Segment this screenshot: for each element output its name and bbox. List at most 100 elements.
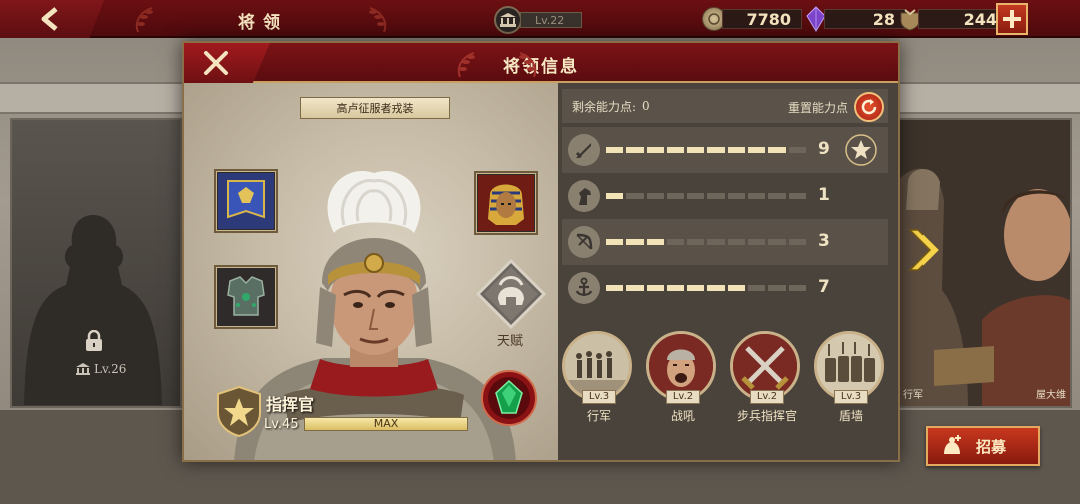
sword-icon xyxy=(568,134,600,166)
skills-row: Lv.3 行军 Lv.2 战吼 Lv.2 步兵指挥官 Lv.3 盾墙 xyxy=(558,331,898,451)
modal-header: 将领信息 xyxy=(184,43,898,83)
city-hall-icon xyxy=(494,6,522,34)
stat-segment xyxy=(606,147,624,153)
bow-icon xyxy=(568,226,600,258)
anchor-icon xyxy=(568,272,600,304)
city-hall-icon xyxy=(76,363,90,375)
stat-segment xyxy=(788,147,806,153)
refresh-icon xyxy=(861,99,877,115)
skill-shield-wall[interactable]: Lv.3 盾墙 xyxy=(814,331,888,424)
stat-segment xyxy=(748,239,766,245)
coin-resource[interactable]: 7780 xyxy=(702,7,802,31)
stat-segment xyxy=(707,193,725,199)
stat-segment xyxy=(626,147,644,153)
reset-points-label: 重置能力点 xyxy=(787,101,848,115)
medal-value: 244 xyxy=(918,9,1008,29)
stat-segment xyxy=(727,285,746,291)
stat-segment xyxy=(606,285,624,291)
stat-segment xyxy=(768,239,786,245)
stat-segment xyxy=(768,193,786,199)
back-arrow-icon xyxy=(41,7,58,31)
emerald-gem-icon[interactable] xyxy=(480,369,538,427)
modal-title: 将领信息 xyxy=(503,57,579,77)
stat-segment xyxy=(626,285,644,291)
stat-segment xyxy=(666,285,685,291)
stat-segment xyxy=(687,285,705,291)
hero-stats-panel: 剩余能力点: 0 重置能力点 9 1 3 7 Lv.3 行军 Lv.2 战吼 L… xyxy=(558,83,898,460)
stat-segment xyxy=(626,193,644,199)
top-bar: 将领 Lv.22 7780 28 244 xyxy=(0,0,1080,38)
talent-slot[interactable] xyxy=(476,259,546,329)
laurel-decoration-icon xyxy=(135,7,153,33)
stat-segment xyxy=(606,193,624,199)
stat-segment xyxy=(748,285,766,291)
ability-points-value: 0 xyxy=(642,99,650,113)
skill-name: 战吼 xyxy=(670,409,695,423)
stat-row-archer[interactable]: 3 xyxy=(562,219,888,265)
stat-track xyxy=(606,147,806,153)
banner-icon xyxy=(218,173,274,229)
coin-value: 7780 xyxy=(722,9,802,29)
banner-equipment-slot[interactable] xyxy=(214,169,278,233)
stat-track xyxy=(606,239,806,245)
stat-segment xyxy=(768,285,786,291)
city-level[interactable]: Lv.22 xyxy=(494,6,582,34)
armor-equipment-slot[interactable] xyxy=(214,265,278,329)
ability-points-bar: 剩余能力点: 0 重置能力点 xyxy=(562,89,888,123)
armor-icon xyxy=(218,269,274,325)
recruit-button[interactable]: 招募 xyxy=(926,426,1040,466)
close-button[interactable] xyxy=(184,43,270,83)
locked-hero-level: Lv.26 xyxy=(76,362,126,376)
stat-segment xyxy=(788,239,806,245)
stat-segment xyxy=(727,147,746,153)
stat-row-navy[interactable]: 7 xyxy=(562,265,888,311)
laurel-decoration-icon xyxy=(457,52,475,78)
stat-segment xyxy=(666,193,685,199)
plus-icon xyxy=(1003,10,1021,28)
star-laurel-badge-icon xyxy=(845,134,877,166)
pharaoh-equipment-slot[interactable] xyxy=(474,171,538,235)
skill-level: Lv.2 xyxy=(750,390,784,404)
hero-xp-label: MAX xyxy=(373,417,399,430)
stat-segment xyxy=(788,193,806,199)
skill-level: Lv.3 xyxy=(834,390,868,404)
next-hero-name-1: 行军 xyxy=(903,390,923,401)
next-hero-arrow-icon[interactable] xyxy=(906,228,946,272)
horse-icon xyxy=(568,180,600,212)
stat-value: 1 xyxy=(818,185,830,205)
stat-segment xyxy=(748,147,766,153)
page-title: 将领 xyxy=(238,13,288,33)
locked-hero-level-text: Lv.26 xyxy=(94,362,127,376)
skill-march[interactable]: Lv.3 行军 xyxy=(562,331,636,424)
stat-segment xyxy=(687,147,705,153)
add-resource-button[interactable] xyxy=(996,3,1028,35)
skill-war-cry[interactable]: Lv.2 战吼 xyxy=(646,331,720,424)
skin-name-label[interactable]: 高卢征服者戎装 xyxy=(300,97,450,119)
laurel-decoration-icon xyxy=(369,7,387,33)
stat-segment xyxy=(768,147,786,153)
stat-track xyxy=(606,285,806,291)
rank-star-badge-icon xyxy=(217,385,261,437)
hero-level: Lv.45 xyxy=(264,417,299,432)
skill-infantry-commander[interactable]: Lv.2 步兵指挥官 xyxy=(730,331,804,424)
stat-segment xyxy=(646,239,664,245)
city-level-text: Lv.22 xyxy=(520,12,582,28)
back-button[interactable] xyxy=(0,0,104,38)
stat-segment xyxy=(666,239,685,245)
ability-points-label: 剩余能力点: xyxy=(572,99,637,114)
gem-resource[interactable]: 28 xyxy=(804,6,906,32)
close-icon xyxy=(204,51,228,75)
stat-row-cavalry[interactable]: 1 xyxy=(562,173,888,219)
stat-segment xyxy=(666,147,685,153)
stat-segment xyxy=(727,193,746,199)
stat-row-infantry[interactable]: 9 xyxy=(562,127,888,173)
hero-info-modal: 将领信息 高卢征服者戎装 天赋 指挥官 Lv.45 MAX 剩余能力点: 0 重… xyxy=(182,41,900,462)
reset-points-button[interactable] xyxy=(854,92,884,122)
skill-name: 行军 xyxy=(586,409,611,423)
medal-resource[interactable]: 244 xyxy=(898,7,1008,31)
stat-segment xyxy=(727,239,746,245)
skill-name: 步兵指挥官 xyxy=(736,409,797,423)
skill-level: Lv.3 xyxy=(582,390,616,404)
stat-segment xyxy=(626,239,644,245)
stat-value: 7 xyxy=(818,277,830,297)
